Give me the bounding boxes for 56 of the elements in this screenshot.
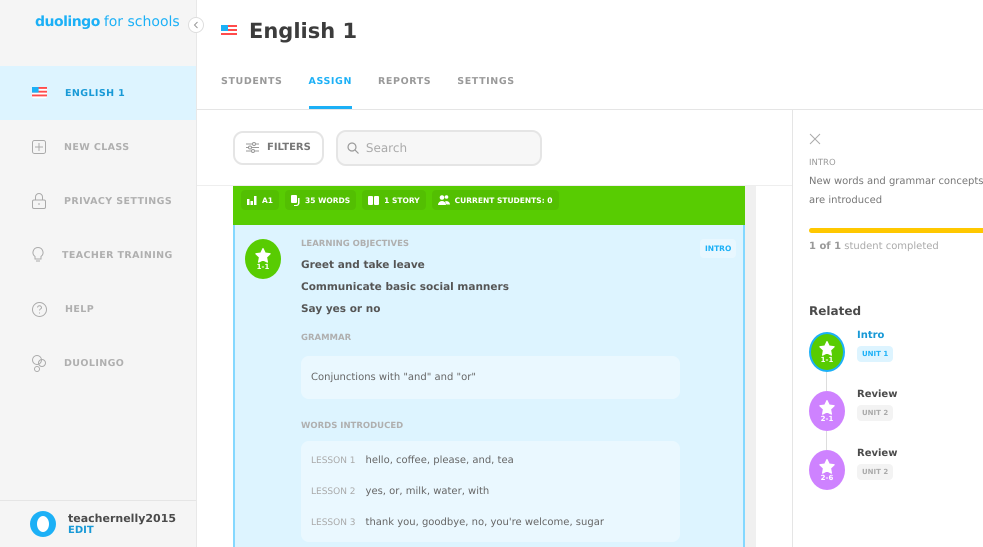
grammar-box: Conjunctions with "and" and "or" — [301, 356, 680, 399]
sidebar-item[interactable]: DUOLINGO — [0, 336, 196, 390]
lesson-label: LESSON 1 — [311, 456, 356, 466]
skill-description: New words and grammar concepts are introduced — [809, 175, 983, 208]
edit-link[interactable]: EDIT — [68, 525, 176, 536]
star-icon — [819, 400, 835, 414]
people-icon — [438, 195, 450, 205]
lesson-words: hello, coffee, please, and, tea — [366, 455, 514, 466]
star-icon — [255, 248, 271, 262]
sidebar-item[interactable]: HELP — [0, 282, 196, 336]
chevron-left-icon — [193, 21, 199, 29]
objective: Communicate basic social manners — [301, 281, 510, 293]
star-icon — [819, 340, 835, 356]
flag-icon — [32, 87, 47, 99]
section-heading: WORDS INTRODUCED — [301, 421, 404, 431]
sidebar-item[interactable]: NEW CLASS — [0, 120, 196, 174]
skill-type: INTRO — [809, 158, 837, 168]
help-icon — [32, 302, 47, 316]
bubbles-icon — [32, 354, 46, 372]
objective: Say yes or no — [301, 303, 382, 315]
lock-icon — [32, 193, 46, 209]
tab[interactable]: STUDENTS — [221, 69, 282, 109]
related-title[interactable]: Review — [857, 389, 898, 400]
avatar-icon — [30, 511, 56, 537]
related-title[interactable]: Intro — [857, 330, 894, 341]
collapse-button[interactable] — [188, 17, 204, 33]
cards-icon — [291, 194, 300, 206]
lesson-words: yes, or, milk, water, with — [366, 486, 490, 497]
plus-icon — [32, 140, 46, 154]
class-title: English 1 — [249, 18, 358, 42]
sidebar-item[interactable]: ENGLISH 1 — [0, 66, 196, 120]
search-icon — [346, 142, 359, 154]
lesson-label: LESSON 3 — [311, 518, 356, 528]
filters-button[interactable]: FILTERS — [233, 130, 324, 164]
lesson-words: thank you, goodbye, no, you're welcome, sugar — [366, 517, 604, 528]
bar-chart-icon — [247, 196, 257, 204]
lightbulb-icon — [32, 247, 44, 263]
section-heading: GRAMMAR — [301, 333, 352, 343]
tab[interactable]: SETTINGS — [457, 69, 515, 109]
search-field[interactable]: Search — [336, 130, 542, 166]
username: teachernelly2015 — [68, 512, 176, 525]
tab[interactable]: ASSIGN — [308, 69, 352, 109]
objective: Greet and take leave — [301, 259, 426, 271]
logo: duolingo for schools — [34, 13, 181, 32]
sliders-icon — [246, 142, 259, 153]
lesson-label: LESSON 2 — [311, 486, 356, 496]
completion-text: 1 of 1 student completed — [809, 241, 940, 252]
section-heading: LEARNING OBJECTIVES — [301, 239, 410, 249]
related-title[interactable]: Review — [857, 448, 898, 459]
star-icon — [819, 458, 835, 474]
book-icon — [368, 196, 380, 204]
sidebar-item[interactable]: PRIVACY SETTINGS — [0, 174, 196, 228]
tab[interactable]: REPORTS — [378, 69, 432, 109]
sidebar-item[interactable]: TEACHER TRAINING — [0, 228, 196, 282]
flag-icon — [221, 24, 237, 36]
related-heading: Related — [809, 304, 862, 318]
